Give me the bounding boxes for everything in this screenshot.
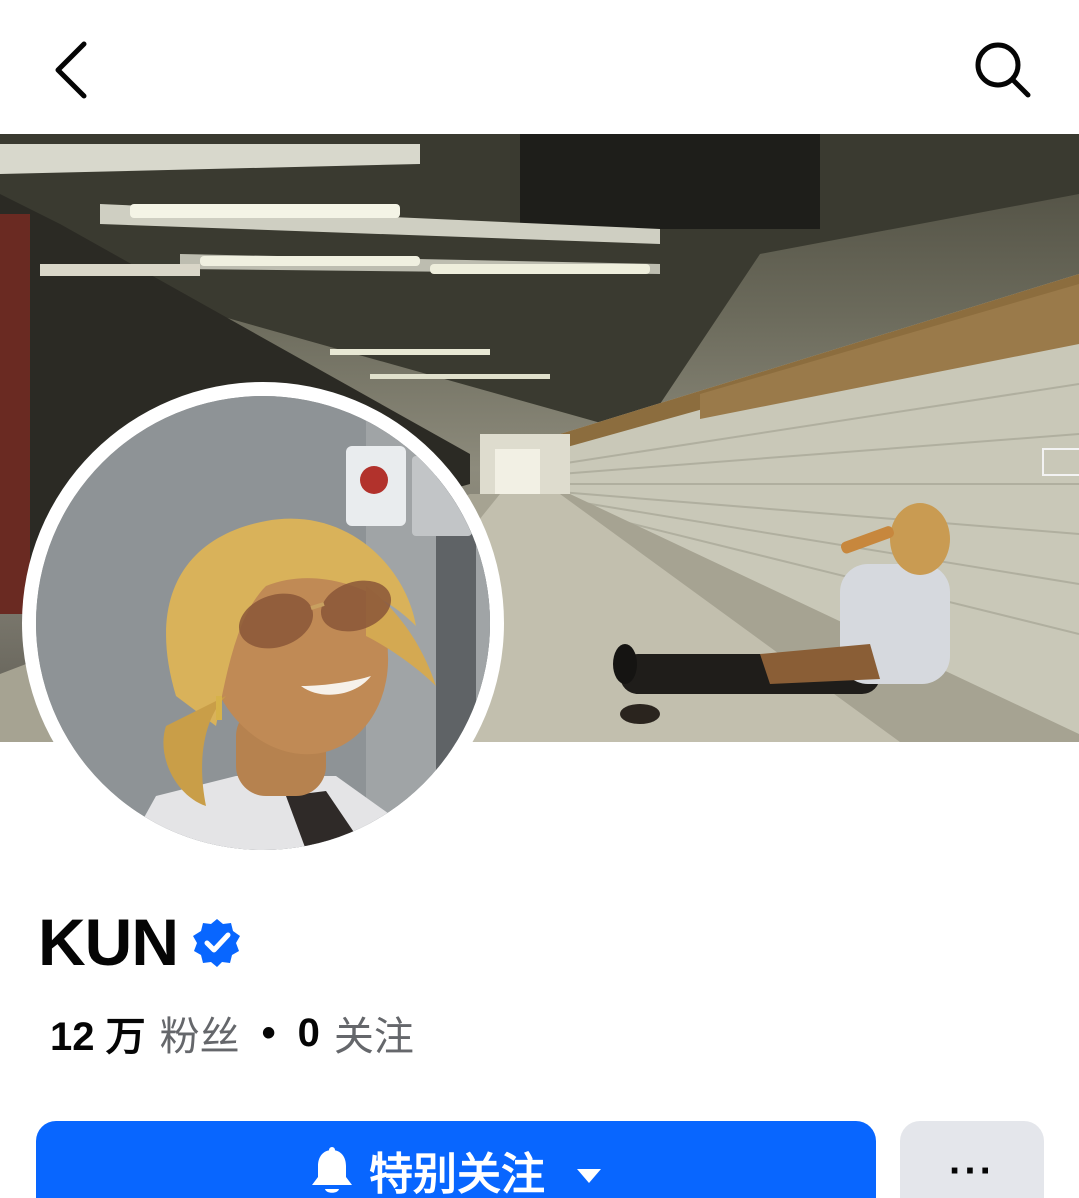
stats-separator: •: [261, 1010, 276, 1055]
verified-badge-icon: [193, 919, 240, 967]
following-label[interactable]: 关注: [334, 1004, 414, 1062]
followers-label[interactable]: 粉丝: [160, 1004, 240, 1062]
profile-stats: 12 万 粉丝 • 0 关注: [50, 1005, 414, 1061]
back-button[interactable]: [40, 30, 104, 110]
more-icon: ···: [949, 1149, 995, 1193]
special-follow-label: 特别关注: [369, 1150, 545, 1198]
top-bar: [0, 0, 1079, 134]
search-icon: [975, 42, 1031, 98]
caret-down-icon: [577, 1169, 601, 1183]
profile-name-row: KUN: [38, 902, 242, 982]
bell-icon: [312, 1147, 352, 1193]
avatar-photo: [36, 396, 490, 850]
followers-count[interactable]: 12 万: [50, 1004, 146, 1062]
chevron-left-icon: [55, 41, 87, 99]
search-button[interactable]: [963, 30, 1043, 110]
profile-avatar[interactable]: [22, 382, 504, 864]
special-follow-button[interactable]: 特别关注: [36, 1121, 876, 1198]
more-options-button[interactable]: ···: [900, 1121, 1044, 1198]
following-count[interactable]: 0: [298, 1011, 320, 1056]
profile-name: KUN: [38, 905, 179, 979]
